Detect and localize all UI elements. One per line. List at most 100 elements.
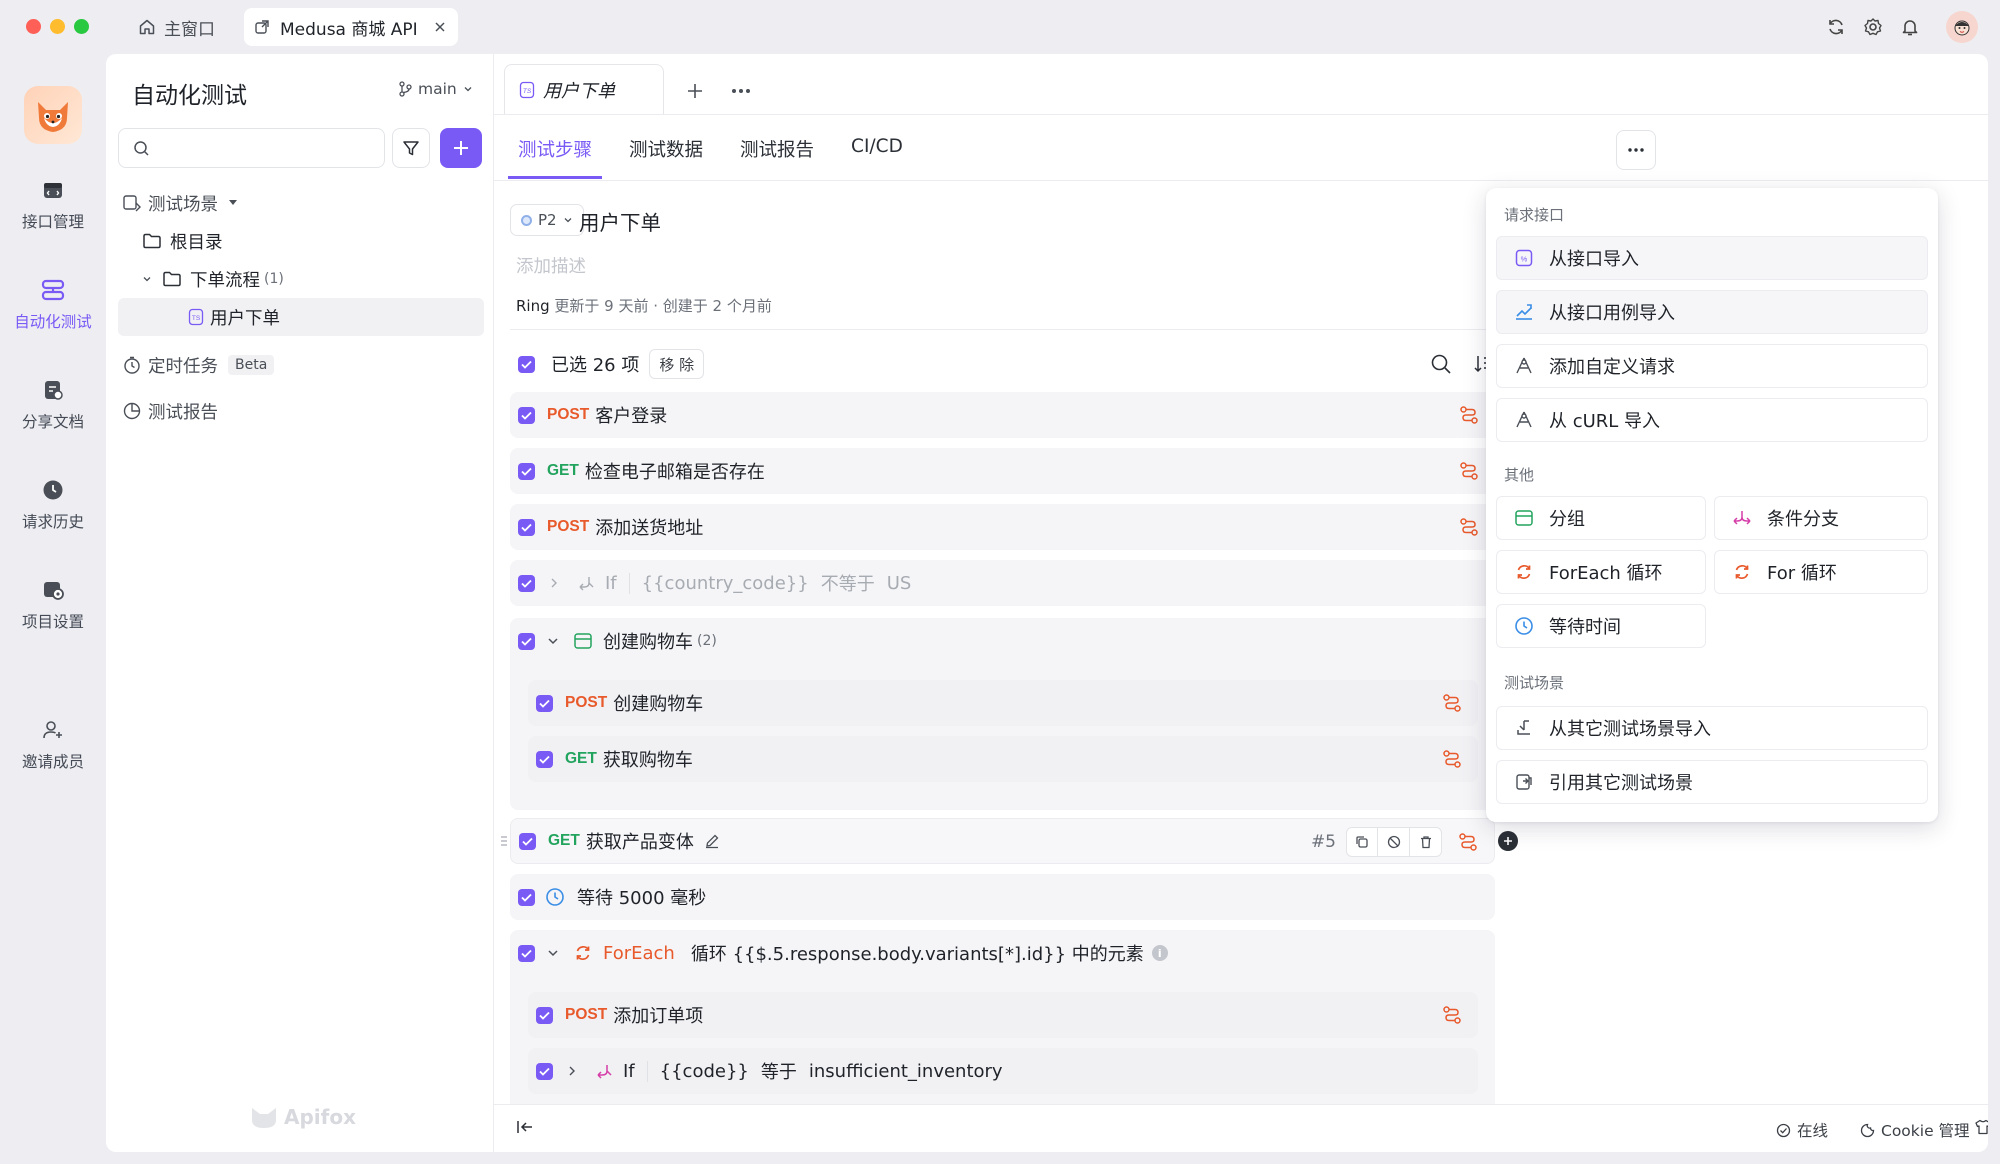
more-horizontal-icon [1628, 148, 1644, 152]
tree-scenarios[interactable]: 测试场景 [118, 184, 484, 222]
drag-handle-icon[interactable] [500, 834, 508, 848]
menu-add-custom-request[interactable]: 添加自定义请求 [1496, 344, 1928, 388]
route-icon[interactable] [1458, 832, 1478, 852]
tree-root[interactable]: 根目录 [118, 222, 484, 260]
menu-import-from-case[interactable]: 从接口用例导入 [1496, 290, 1928, 334]
step-checkbox[interactable] [518, 888, 535, 906]
step-checkbox[interactable] [518, 944, 535, 962]
new-tab-button[interactable] [680, 76, 710, 106]
route-icon[interactable] [1459, 461, 1479, 481]
rail-history[interactable]: 请求历史 [0, 476, 106, 532]
add-button[interactable] [440, 128, 482, 168]
step-checkbox[interactable] [536, 694, 553, 712]
step-checkbox[interactable] [518, 406, 535, 424]
step-row[interactable]: POST 添加送货地址 [510, 504, 1495, 550]
menu-import-scenario[interactable]: 从其它测试场景导入 [1496, 706, 1928, 750]
rail-invite-member[interactable]: 邀请成员 [0, 716, 106, 772]
tab-test-data[interactable]: 测试数据 [629, 136, 703, 179]
step-checkbox[interactable] [518, 462, 535, 480]
remove-button[interactable]: 移 除 [649, 349, 705, 379]
tree-folder[interactable]: 下单流程 (1) [118, 260, 484, 298]
route-icon[interactable] [1442, 693, 1462, 713]
tab-project[interactable]: Medusa 商城 API [244, 8, 458, 46]
step-row-foreach[interactable]: ForEach 循环 {{$.5.response.body.variants[… [510, 930, 1495, 976]
step-checkbox[interactable] [536, 1006, 553, 1024]
info-icon[interactable]: i [1151, 945, 1168, 961]
cookie-manager[interactable]: Cookie 管理 [1860, 1119, 1970, 1141]
menu-import-curl[interactable]: 从 cURL 导入 [1496, 398, 1928, 442]
step-row[interactable]: GET 检查电子邮箱是否存在 [510, 448, 1495, 494]
step-row-wait[interactable]: 等待 5000 毫秒 [510, 874, 1495, 920]
tree-scheduled[interactable]: 定时任务 Beta [118, 346, 484, 384]
menu-import-from-api[interactable]: % 从接口导入 [1496, 236, 1928, 280]
tab-more-button[interactable] [726, 76, 756, 106]
step-checkbox[interactable] [518, 632, 535, 650]
rail-api-management[interactable]: 接口管理 [0, 176, 106, 232]
branch-selector[interactable]: main [398, 80, 473, 98]
menu-condition[interactable]: 条件分支 [1714, 496, 1928, 540]
menu-foreach[interactable]: ForEach 循环 [1496, 550, 1706, 594]
step-checkbox[interactable] [518, 518, 535, 536]
shirt-icon[interactable] [1974, 1119, 1988, 1135]
close-tab-icon[interactable] [434, 21, 446, 33]
chevron-down-icon[interactable] [547, 636, 559, 646]
menu-reference-scenario[interactable]: 引用其它测试场景 [1496, 760, 1928, 804]
tab-test-steps[interactable]: 测试步骤 [508, 136, 603, 179]
step-row[interactable]: POST 创建购物车 [528, 680, 1478, 726]
tree-reports[interactable]: 测试报告 [118, 392, 484, 430]
rail-share-doc[interactable]: 分享文档 [0, 376, 106, 432]
menu-wait[interactable]: 等待时间 [1496, 604, 1706, 648]
filter-button[interactable] [392, 128, 430, 168]
priority-select[interactable]: P2 [510, 204, 584, 236]
menu-group[interactable]: 分组 [1496, 496, 1706, 540]
more-actions-button[interactable] [1616, 130, 1656, 170]
step-row-if-disabled[interactable]: If {{country_code}} 不等于 US [510, 560, 1495, 606]
rail-automation[interactable]: 自动化测试 [0, 276, 106, 332]
step-checkbox[interactable] [518, 574, 535, 592]
route-icon[interactable] [1442, 749, 1462, 769]
collapse-sidebar-icon[interactable] [516, 1119, 534, 1135]
step-checkbox[interactable] [536, 750, 553, 768]
step-checkbox[interactable] [519, 832, 536, 850]
description-field[interactable]: 添加描述 [516, 253, 586, 278]
copy-icon[interactable] [1346, 827, 1378, 857]
chevron-down-icon[interactable] [142, 274, 152, 284]
add-step-after-button[interactable] [1498, 831, 1518, 851]
route-icon[interactable] [1459, 517, 1479, 537]
route-icon[interactable] [1459, 405, 1479, 425]
rail-project-settings[interactable]: 项目设置 [0, 576, 106, 632]
step-row-group[interactable]: 创建购物车 (2) [510, 618, 1495, 664]
online-status[interactable]: 在线 [1776, 1119, 1828, 1141]
bell-icon[interactable] [1897, 14, 1923, 40]
tab-case[interactable]: TS 用户下单 [504, 64, 664, 114]
disable-icon[interactable] [1378, 827, 1410, 857]
chevron-right-icon[interactable] [549, 577, 559, 589]
maximize-window-button[interactable] [74, 19, 89, 34]
tree-case[interactable]: TS 用户下单 [118, 298, 484, 336]
step-row[interactable]: POST 客户登录 [510, 392, 1495, 438]
step-row[interactable]: POST 添加订单项 [528, 992, 1478, 1038]
edit-icon[interactable] [704, 833, 720, 849]
gear-icon[interactable] [1860, 14, 1886, 40]
sidebar: 自动化测试 main 测试场景 根目录 下单流程 (1) TS 用户下单 定时任… [106, 54, 494, 1152]
step-row-if[interactable]: If {{code}} 等于 insufficient_inventory [528, 1048, 1478, 1094]
tab-test-report[interactable]: 测试报告 [740, 136, 814, 179]
search-input[interactable] [160, 139, 360, 157]
avatar[interactable] [1946, 11, 1978, 43]
minimize-window-button[interactable] [50, 19, 65, 34]
case-title[interactable]: 用户下单 [579, 206, 661, 236]
step-row-hovered[interactable]: GET 获取产品变体 #5 [510, 818, 1495, 864]
step-row[interactable]: GET 获取购物车 [528, 736, 1478, 782]
refresh-icon[interactable] [1823, 14, 1849, 40]
select-all-checkbox[interactable] [518, 355, 535, 373]
search-icon[interactable] [1430, 353, 1452, 375]
route-icon[interactable] [1442, 1005, 1462, 1025]
tab-home[interactable]: 主窗口 [138, 10, 215, 44]
trash-icon[interactable] [1410, 827, 1442, 857]
tab-cicd[interactable]: CI/CD [851, 136, 903, 179]
chevron-down-icon[interactable] [547, 948, 559, 958]
chevron-right-icon[interactable] [567, 1065, 577, 1077]
step-checkbox[interactable] [536, 1062, 553, 1080]
menu-for-loop[interactable]: For 循环 [1714, 550, 1928, 594]
close-window-button[interactable] [26, 19, 41, 34]
